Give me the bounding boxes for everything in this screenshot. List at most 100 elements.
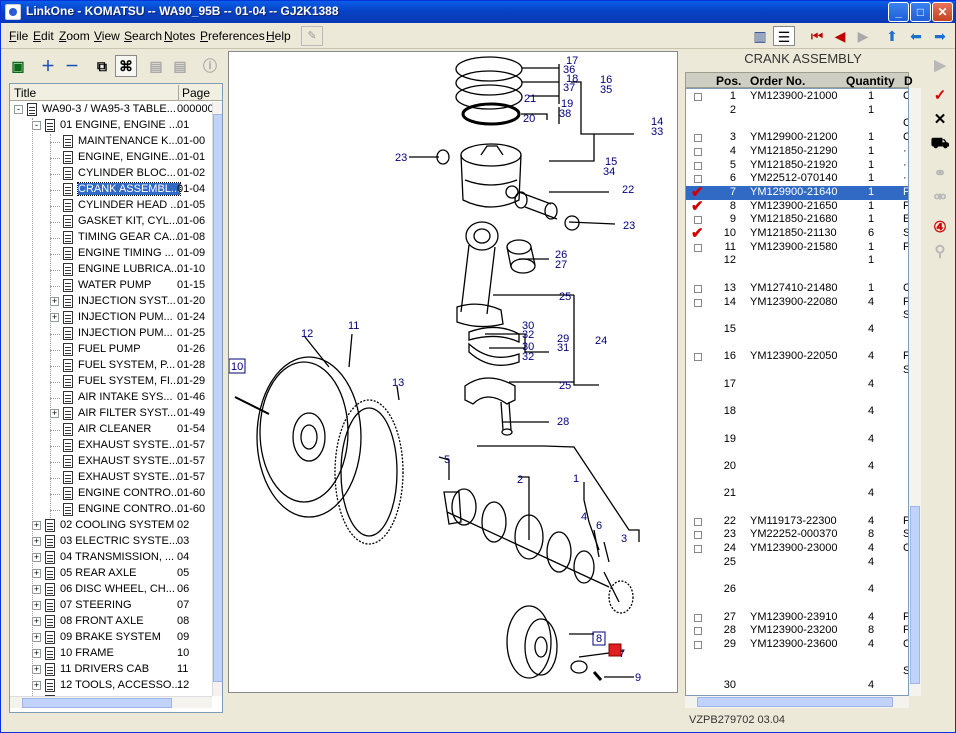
books-icon[interactable]: ▥ xyxy=(749,26,771,46)
tree-row[interactable]: - 01 ENGINE, ENGINE ... 01 xyxy=(10,118,212,134)
callout-31[interactable]: 31 xyxy=(557,342,569,354)
tree-row-label[interactable]: FUEL PUMP xyxy=(78,343,141,355)
header-pos[interactable]: Pos. xyxy=(716,74,741,88)
parts-row[interactable]: S xyxy=(686,665,908,679)
tree-row[interactable]: WATER PUMP 01-15 xyxy=(10,278,212,294)
row-checkbox[interactable] xyxy=(694,93,702,101)
tree-row-label[interactable]: 07 STEERING xyxy=(60,599,132,611)
menu-edit[interactable]: Edit xyxy=(33,29,54,43)
tree-row-label[interactable]: INJECTION PUM... xyxy=(78,311,173,323)
parts-row[interactable]: 9YM121850-216801E xyxy=(686,213,908,227)
expand-icon[interactable]: + xyxy=(32,617,41,626)
parts-row[interactable]: 14YM123900-220804F xyxy=(686,296,908,310)
parts-row[interactable]: 25 4 xyxy=(686,556,908,570)
tree-row-label[interactable]: CYLINDER HEAD ... xyxy=(78,199,179,211)
parts-row[interactable] xyxy=(686,652,908,666)
parts-row[interactable]: 19 4 xyxy=(686,433,908,447)
callout-32[interactable]: 32 xyxy=(522,351,534,363)
save-icon[interactable]: ▣ xyxy=(7,55,29,77)
tree-row[interactable]: - WA90-3 / WA95-3 TABLE... 000000 xyxy=(10,102,214,118)
tree-row[interactable]: +08 FRONT AXLE 08 xyxy=(10,614,212,630)
header-order-no[interactable]: Order No. xyxy=(750,74,805,88)
parts-row[interactable]: 4 YM121850-21290 1 · xyxy=(686,145,908,159)
header-quantity[interactable]: Quantity xyxy=(846,74,895,88)
tree-row[interactable]: ENGINE, ENGINE... 01-01 xyxy=(10,150,212,166)
parts-row[interactable]: 23YM22252-0003708S xyxy=(686,528,908,542)
row-checkbox[interactable] xyxy=(694,531,702,540)
tree-row-label[interactable]: INJECTION SYST... xyxy=(78,295,176,307)
parts-row[interactable] xyxy=(686,446,908,460)
tree-row-label[interactable]: ENGINE LUBRICA... xyxy=(78,263,180,275)
callout-24[interactable]: 24 xyxy=(595,335,607,347)
parts-row[interactable]: 18 4 xyxy=(686,405,908,419)
tree-row-label[interactable]: 08 FRONT AXLE xyxy=(60,615,144,627)
tree-row-label[interactable]: AIR INTAKE SYS... xyxy=(78,391,173,403)
expand-icon[interactable]: + xyxy=(32,569,41,578)
tree-row[interactable]: +04 TRANSMISSION, ... 04 xyxy=(10,550,212,566)
parts-row[interactable]: ✔8YM123900-216501F xyxy=(686,198,908,215)
parts-row[interactable]: 22YM119173-223004F xyxy=(686,515,908,529)
expand-icon[interactable]: + xyxy=(32,649,41,658)
collapse-minus-icon[interactable]: － xyxy=(61,55,83,77)
parts-row[interactable] xyxy=(686,268,908,282)
selected-check-icon[interactable]: ✔ xyxy=(691,224,704,242)
next-page-icon[interactable]: ▶ xyxy=(852,26,874,46)
tree-row[interactable]: ENGINE CONTRO... 01-60 xyxy=(10,486,212,502)
tree-row-label[interactable]: 03 ELECTRIC SYSTE... xyxy=(60,535,178,547)
contents-tree[interactable]: Title Page - WA90-3 / WA95-3 TABLE... 0000… xyxy=(9,83,223,713)
tree-row[interactable]: EXHAUST SYSTE... 01-57 xyxy=(10,454,212,470)
tree-row[interactable]: +12 TOOLS, ACCESSO... 12 xyxy=(10,678,212,694)
tree-row-label[interactable]: 04 TRANSMISSION, ... xyxy=(60,551,174,563)
tree-row[interactable]: +09 BRAKE SYSTEM 09 xyxy=(10,630,212,646)
tree-header-page[interactable]: Page xyxy=(182,86,210,100)
tree-row[interactable]: FUEL SYSTEM, P... 01-28 xyxy=(10,358,212,374)
callout-28[interactable]: 28 xyxy=(557,416,569,428)
tree-row-label[interactable]: 10 FRAME xyxy=(60,647,114,659)
parts-row[interactable]: 11YM123900-215801F xyxy=(686,241,908,255)
parts-list[interactable]: 1YM123900-210001C21C3YM129900-212001C4YM… xyxy=(685,88,909,696)
tree-row[interactable]: +05 REAR AXLE 05 xyxy=(10,566,212,582)
parts-row[interactable]: 3YM129900-212001C xyxy=(686,131,908,145)
tree-row[interactable]: + AIR FILTER SYST... 01-49 xyxy=(10,406,212,422)
tree-row[interactable]: MAINTENANCE K... 01-00 xyxy=(10,134,212,150)
tree-row[interactable]: + INJECTION PUM... 01-24 xyxy=(10,310,212,326)
callout-10[interactable]: 10 xyxy=(231,361,243,373)
tree-row-label[interactable]: FUEL SYSTEM, P... xyxy=(78,359,175,371)
tree-row-label[interactable]: EXHAUST SYSTE... xyxy=(78,455,178,467)
expand-icon[interactable]: + xyxy=(32,601,41,610)
tree-row[interactable]: +07 STEERING 07 xyxy=(10,598,212,614)
tree-row-label[interactable]: AIR CLEANER xyxy=(78,423,151,435)
row-checkbox[interactable] xyxy=(694,298,702,307)
expand-icon[interactable]: + xyxy=(32,521,41,530)
parts-row[interactable]: 13YM127410-214801C xyxy=(686,282,908,296)
tree-header-title[interactable]: Title xyxy=(14,86,36,100)
parts-row[interactable]: S xyxy=(686,364,908,378)
parts-row[interactable]: 20 4 xyxy=(686,460,908,474)
callout-6[interactable]: 6 xyxy=(596,520,602,532)
expand-icon[interactable]: + xyxy=(50,297,59,306)
forward-arrow-icon[interactable]: ➡ xyxy=(929,26,951,46)
parts-row[interactable]: 30 4 xyxy=(686,679,908,693)
callout-27[interactable]: 27 xyxy=(555,259,567,271)
menu-help[interactable]: Help xyxy=(266,29,291,43)
callout-38[interactable]: 38 xyxy=(559,108,571,120)
callout-21[interactable]: 21 xyxy=(524,93,536,105)
collapse-icon[interactable]: - xyxy=(14,105,23,114)
callout-12[interactable]: 12 xyxy=(301,328,313,340)
tree-row[interactable]: INJECTION PUM... 01-25 xyxy=(10,326,212,342)
row-checkbox[interactable] xyxy=(694,284,702,293)
parts-row[interactable]: C xyxy=(686,117,908,131)
expand-icon[interactable]: + xyxy=(32,585,41,594)
tree-row-label[interactable]: EXHAUST SYSTE... xyxy=(78,471,178,483)
copy-pages-icon[interactable]: ⧉ xyxy=(91,55,113,77)
expand-icon[interactable]: + xyxy=(32,553,41,562)
minimize-button[interactable]: _ xyxy=(888,2,909,22)
callout-33[interactable]: 33 xyxy=(651,126,663,138)
row-checkbox[interactable] xyxy=(694,613,702,622)
page-list-icon[interactable]: ☰ xyxy=(773,26,795,46)
pin-tool-icon[interactable]: ✎ xyxy=(301,26,323,46)
callout-9[interactable]: 9 xyxy=(635,672,641,684)
callout-32[interactable]: 32 xyxy=(522,329,534,341)
callout-13[interactable]: 13 xyxy=(392,377,404,389)
maximize-button[interactable]: □ xyxy=(910,2,931,22)
